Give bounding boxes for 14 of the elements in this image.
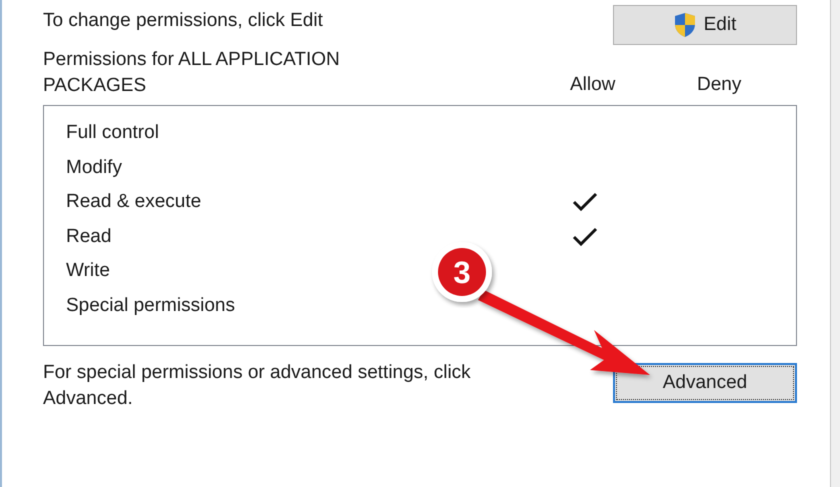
permission-name: Read & execute <box>66 191 202 212</box>
shield-icon <box>674 12 696 38</box>
advanced-hint-text: For special permissions or advanced settings, click Advanced. <box>43 361 472 411</box>
instruction-text: To change permissions, click Edit <box>43 9 323 33</box>
advanced-button[interactable]: Advanced <box>613 363 797 403</box>
permission-name: Special permissions <box>66 294 235 316</box>
edit-button[interactable]: Edit <box>613 5 797 45</box>
column-header: Deny <box>697 72 742 96</box>
permission-name: Full control <box>66 122 159 143</box>
permission-name: Modify <box>66 156 122 178</box>
permission-name: Read <box>66 226 112 246</box>
column-header: Allow <box>570 72 616 96</box>
permissions-heading: Permissions for ALL APPLICATION PACKAGES <box>43 48 341 98</box>
permission-name: Write <box>66 260 110 281</box>
